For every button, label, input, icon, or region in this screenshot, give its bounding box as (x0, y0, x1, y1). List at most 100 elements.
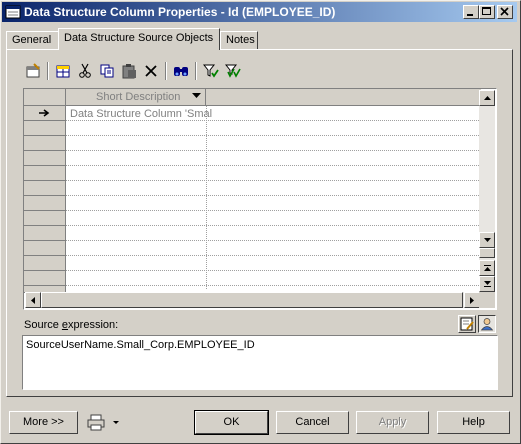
user-expression-button[interactable] (478, 315, 496, 333)
more-button[interactable]: More >> (9, 411, 78, 434)
properties-icon (26, 63, 40, 78)
copy-icon (100, 64, 114, 78)
current-row-arrow-icon (39, 109, 50, 117)
clear-filter-button[interactable] (222, 60, 244, 82)
print-button[interactable] (83, 411, 125, 434)
row-header[interactable] (24, 226, 66, 241)
column-header-filler (206, 89, 481, 106)
label-part: Source (24, 319, 62, 331)
table-row[interactable] (66, 181, 481, 196)
toolbar-separator (47, 62, 49, 80)
edit-note-icon (460, 317, 474, 331)
user-icon (480, 318, 494, 331)
row-header[interactable] (24, 211, 66, 226)
printer-icon (87, 414, 119, 431)
tab-data-structure-source-objects[interactable]: Data Structure Source Objects (58, 28, 220, 50)
app-icon (5, 5, 21, 19)
ok-button[interactable]: OK (194, 410, 269, 435)
filter-icon (203, 64, 219, 78)
row-header-current[interactable] (24, 106, 66, 121)
properties-button[interactable] (22, 60, 44, 82)
row-header[interactable] (24, 196, 66, 211)
page-down-icon (484, 281, 491, 287)
row-header[interactable] (24, 151, 66, 166)
scroll-right-button[interactable] (464, 292, 480, 308)
row-header[interactable] (24, 181, 66, 196)
cancel-button-label: Cancel (295, 416, 330, 428)
close-button[interactable] (497, 5, 513, 19)
tab-notes[interactable]: Notes (220, 31, 258, 49)
row-header[interactable] (24, 136, 66, 151)
scroll-down-button[interactable] (479, 232, 495, 248)
arrow-down-icon (484, 238, 491, 242)
tab-label: Data Structure Source Objects (64, 32, 214, 44)
ok-button-label: OK (223, 416, 240, 428)
minimize-icon (467, 14, 473, 16)
scroll-page-down-arrow[interactable] (479, 276, 495, 292)
horizontal-scrollbar[interactable] (25, 292, 480, 308)
tab-label: General (12, 34, 52, 46)
scroll-up-button[interactable] (479, 90, 495, 106)
table-row[interactable] (66, 196, 481, 211)
scroll-page-up-button[interactable] (479, 248, 495, 258)
add-objects-icon (56, 65, 70, 78)
table-row[interactable] (66, 166, 481, 181)
column-header-label: Short Description (96, 91, 181, 103)
row-header[interactable] (24, 166, 66, 181)
add-objects-button[interactable] (52, 60, 74, 82)
table-row[interactable] (66, 136, 481, 151)
title-bar[interactable]: Data Structure Column Properties - Id (E… (2, 2, 517, 22)
arrow-left-icon (31, 297, 35, 304)
column-header-short-description[interactable]: Short Description (66, 89, 206, 106)
help-button[interactable]: Help (437, 411, 510, 434)
cell-short-description[interactable]: Data Structure Column 'Smal (70, 108, 212, 120)
column-divider (206, 106, 207, 289)
scroll-left-button[interactable] (25, 292, 41, 308)
table-row[interactable] (66, 256, 481, 271)
table-row[interactable] (66, 271, 481, 286)
tab-label: Notes (226, 34, 255, 46)
vertical-scrollbar[interactable] (479, 90, 495, 293)
table-row[interactable] (66, 211, 481, 226)
arrow-right-icon (470, 297, 474, 304)
horizontal-scroll-thumb[interactable] (41, 292, 463, 308)
scroll-page-up-arrow[interactable] (479, 260, 495, 276)
toolbar-separator (195, 62, 197, 80)
row-header[interactable] (24, 121, 66, 136)
maximize-button[interactable] (479, 5, 495, 19)
window-title: Data Structure Column Properties - Id (E… (24, 5, 336, 19)
table-row[interactable] (66, 121, 481, 136)
apply-button-label: Apply (378, 416, 407, 428)
find-icon (174, 67, 188, 76)
more-button-label: More >> (23, 416, 64, 428)
find-button[interactable] (170, 60, 192, 82)
maximize-icon (482, 7, 491, 15)
delete-button[interactable] (140, 60, 162, 82)
source-expression-text: SourceUserName.Small_Corp.EMPLOYEE_ID (26, 339, 255, 351)
table-row[interactable] (66, 241, 481, 256)
row-header[interactable] (24, 271, 66, 286)
scrollbar-corner (479, 292, 495, 308)
source-expression-field[interactable]: SourceUserName.Small_Corp.EMPLOYEE_ID (22, 335, 498, 390)
toolbar-separator (165, 62, 167, 80)
close-icon (500, 7, 509, 16)
edit-expression-button[interactable] (458, 315, 476, 333)
filter-button[interactable] (200, 60, 222, 82)
row-header[interactable] (24, 241, 66, 256)
cancel-button[interactable]: Cancel (276, 411, 349, 434)
tab-general[interactable]: General (6, 31, 59, 49)
column-dropdown-icon[interactable] (192, 93, 201, 99)
cut-icon (79, 63, 91, 78)
row-header[interactable] (24, 256, 66, 271)
minimize-button[interactable] (463, 5, 479, 19)
table-row[interactable] (66, 151, 481, 166)
table-row[interactable] (66, 226, 481, 241)
source-objects-grid[interactable]: Short Description Data Structure Column … (23, 88, 497, 310)
label-part: xpression: (68, 319, 119, 331)
cut-button[interactable] (74, 60, 96, 82)
source-expression-label: Source expression: (24, 319, 118, 331)
paste-icon (122, 64, 136, 79)
copy-button[interactable] (96, 60, 118, 82)
arrow-up-icon (484, 96, 491, 100)
paste-button[interactable] (118, 60, 140, 82)
